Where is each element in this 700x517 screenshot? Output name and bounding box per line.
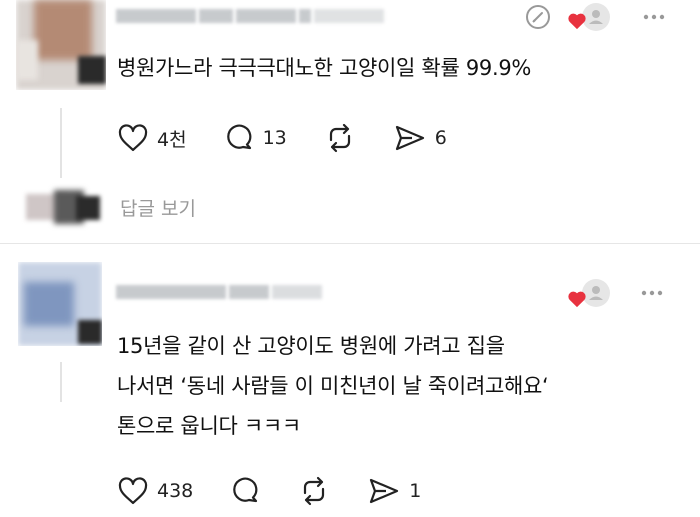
- thread-line: [60, 362, 62, 402]
- comment-text: 병원가느라 극극극대노한 고양이일 확률 99.9%: [117, 56, 532, 80]
- like-count: 438: [157, 480, 194, 502]
- view-replies-label: 답글 보기: [120, 197, 196, 220]
- comment-divider: [0, 243, 700, 244]
- comment-text: 15년을 같이 산 고양이도 병원에 가려고 집을 나서면 ‘동네 사람들 이 …: [117, 326, 549, 446]
- repost-icon: [329, 123, 350, 153]
- reply-avatars: [26, 190, 106, 224]
- share-count: 1: [409, 480, 422, 502]
- repost-icon: [304, 476, 325, 506]
- heart-badge-icon: [568, 13, 586, 30]
- share-button[interactable]: 6: [393, 123, 447, 153]
- avatar[interactable]: [18, 262, 102, 346]
- share-count: 6: [434, 127, 447, 149]
- heart-icon: [118, 477, 148, 505]
- heart-badge-icon: [568, 291, 586, 308]
- comment-top-actions: [523, 2, 669, 32]
- comment-button[interactable]: [229, 475, 261, 507]
- avatar[interactable]: [16, 0, 106, 90]
- comment-button[interactable]: 13: [223, 122, 287, 154]
- heart-icon: [118, 124, 148, 152]
- username-blurred[interactable]: [116, 281, 322, 303]
- more-icon[interactable]: [639, 2, 669, 32]
- repost-button[interactable]: [297, 475, 331, 507]
- share-button[interactable]: 1: [367, 476, 421, 506]
- author-liked-badge: [567, 278, 611, 308]
- edit-icon[interactable]: [523, 2, 553, 32]
- like-button[interactable]: 438: [117, 476, 193, 506]
- comment-icon: [233, 477, 258, 503]
- comment-count: 13: [262, 127, 287, 149]
- share-icon: [370, 478, 399, 504]
- comment-actions: 4천 13 6: [117, 122, 483, 154]
- like-count: 4천: [157, 128, 187, 151]
- username-blurred[interactable]: [116, 5, 384, 27]
- view-replies[interactable]: 답글 보기: [26, 190, 196, 224]
- more-icon[interactable]: [637, 278, 667, 308]
- thread-line: [60, 108, 62, 178]
- comment-text-line: 톤으로 웁니다 ㅋㅋㅋ: [117, 414, 301, 438]
- comment-text-line: 나서면 ‘동네 사람들 이 미친년이 날 죽이려고해요‘: [117, 374, 549, 398]
- comment-icon: [226, 124, 251, 150]
- like-button[interactable]: 4천: [117, 123, 187, 153]
- comment-text-line: 15년을 같이 산 고양이도 병원에 가려고 집을: [117, 334, 505, 358]
- repost-button[interactable]: [323, 122, 357, 154]
- comment-top-actions: [567, 278, 667, 308]
- author-liked-badge: [567, 2, 611, 32]
- share-icon: [395, 125, 424, 151]
- comment-actions: 438 1: [117, 475, 457, 507]
